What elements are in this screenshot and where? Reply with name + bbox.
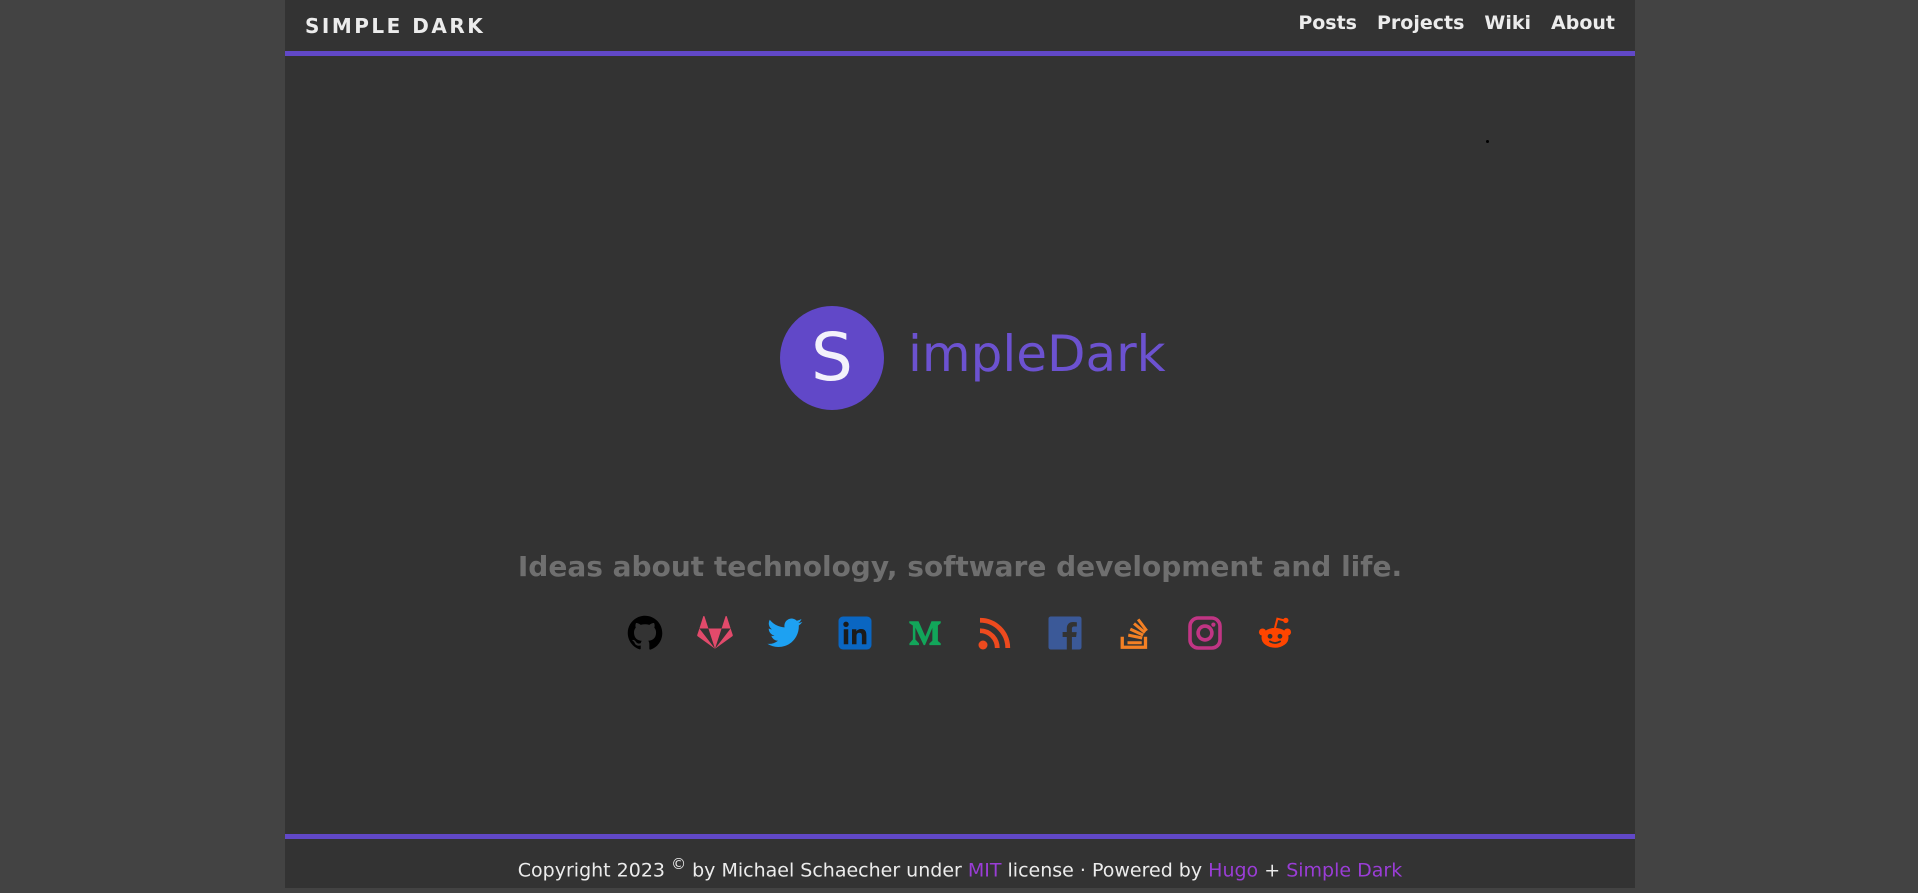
site-logo: S impleDark	[780, 305, 1166, 411]
nav-about-link[interactable]: About	[1551, 12, 1615, 34]
nav-projects-link[interactable]: Projects	[1377, 12, 1464, 34]
instagram-icon[interactable]	[1187, 615, 1223, 651]
logo-circle: S	[780, 306, 884, 410]
gitlab-icon[interactable]	[697, 615, 733, 651]
stackoverflow-icon[interactable]	[1117, 615, 1153, 651]
medium-icon[interactable]	[907, 615, 943, 651]
social-links	[285, 615, 1635, 651]
facebook-icon[interactable]	[1047, 615, 1083, 651]
linkedin-icon[interactable]	[837, 615, 873, 651]
author-text: by Michael Schaecher under	[692, 859, 962, 882]
cursor-dot	[1486, 140, 1489, 143]
rss-icon[interactable]	[977, 615, 1013, 651]
reddit-icon[interactable]	[1257, 615, 1293, 651]
page: SIMPLE DARK Posts Projects Wiki About S …	[285, 0, 1635, 888]
copyright-symbol: ©	[671, 855, 687, 873]
mit-license-link[interactable]: MIT	[968, 859, 1002, 881]
simple-dark-link[interactable]: Simple Dark	[1286, 859, 1402, 881]
site-brand-link[interactable]: SIMPLE DARK	[305, 14, 485, 38]
nav-posts-link[interactable]: Posts	[1298, 12, 1357, 34]
nav-wiki-link[interactable]: Wiki	[1484, 12, 1531, 34]
copyright-text: Copyright 2023	[517, 859, 666, 882]
site-tagline: Ideas about technology, software develop…	[517, 550, 1403, 583]
logo-text: impleDark	[908, 325, 1166, 383]
footer-text: Copyright 2023 © by Michael Schaecher un…	[285, 855, 1635, 881]
plus-text: +	[1264, 859, 1281, 882]
github-icon[interactable]	[627, 615, 663, 651]
powered-by-text: license · Powered by	[1007, 859, 1203, 882]
navbar: SIMPLE DARK Posts Projects Wiki About	[285, 0, 1635, 56]
nav-menu: Posts Projects Wiki About	[1298, 12, 1615, 34]
hugo-link[interactable]: Hugo	[1208, 859, 1258, 881]
footer: Copyright 2023 © by Michael Schaecher un…	[285, 834, 1635, 893]
twitter-icon[interactable]	[767, 615, 803, 651]
